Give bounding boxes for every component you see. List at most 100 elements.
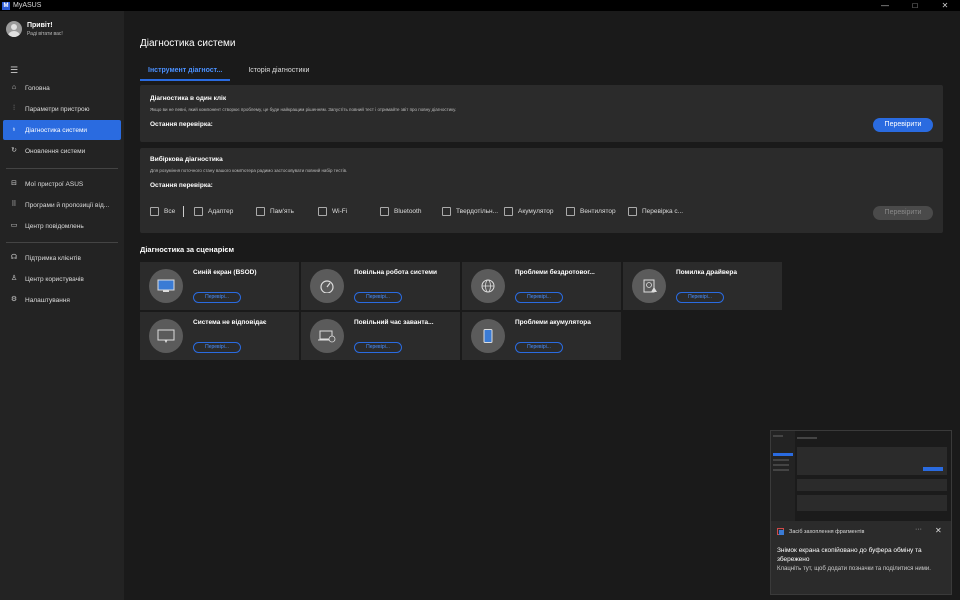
tab-diagnostic-history[interactable]: Історія діагностики — [240, 65, 317, 81]
checkbox-box[interactable] — [150, 207, 159, 216]
phone-battery-icon — [471, 319, 505, 353]
checkbox-fan[interactable]: Вентилятор — [566, 207, 616, 216]
one-click-check-button[interactable]: Перевірити — [873, 118, 933, 132]
sidebar-item-diagnostics[interactable]: ♁ Діагностика системи — [3, 120, 121, 140]
avatar — [6, 21, 22, 37]
sidebar-item-label: Центр повідомлень — [25, 222, 84, 230]
tab-bar: Інструмент діагност... Історія діагности… — [140, 65, 327, 81]
snipping-tool-icon — [777, 528, 784, 535]
checkbox-label: Твердотільн... — [456, 208, 499, 215]
sidebar-item-label: Центр користувачів — [25, 275, 84, 283]
checkbox-box[interactable] — [566, 207, 575, 216]
scenario-label: Синій екран (BSOD) — [193, 269, 257, 276]
window-controls: — □ ✕ — [870, 0, 960, 11]
checkbox-all[interactable]: Все — [150, 207, 175, 216]
scenario-check-button[interactable]: Перевірі... — [354, 342, 402, 353]
toast-header: Засіб захоплення фрагментів — [777, 528, 864, 535]
scenario-label: Повільний час заванта... — [354, 319, 434, 326]
user-profile[interactable]: Привіт! Раді вітати вас! — [6, 21, 63, 37]
checkbox-label: Bluetooth — [394, 208, 422, 215]
scenario-label: Проблеми бездротовог... — [515, 269, 595, 276]
scenario-label: Помилка драйвера — [676, 269, 737, 276]
gear-icon: ⚙ — [10, 296, 18, 303]
scenario-card-slow-system[interactable]: Повільна робота системи Перевірі... — [301, 262, 460, 310]
toast-message: Знімок екрана скопійовано до буфера обмі… — [777, 547, 922, 563]
sliders-icon: ⫶ — [13, 105, 15, 112]
checkbox-label: Акумулятор — [518, 208, 554, 215]
scenario-check-button[interactable]: Перевірі... — [193, 342, 241, 353]
checkbox-wifi[interactable]: Wi-Fi — [318, 207, 347, 216]
globe-icon — [471, 269, 505, 303]
scenario-card-battery[interactable]: Проблеми акумулятора Перевірі... — [462, 312, 621, 360]
sidebar-item-system-update[interactable]: ↻ Оновлення системи — [3, 141, 121, 161]
message-icon: ▭ — [10, 222, 18, 229]
sidebar-item-label: Діагностика системи — [25, 126, 88, 134]
checkbox-box[interactable] — [442, 207, 451, 216]
checkbox-battery[interactable]: Акумулятор — [504, 207, 554, 216]
scenario-card-driver-error[interactable]: Помилка драйвера Перевірі... — [623, 262, 782, 310]
sidebar-item-device-settings[interactable]: ⫶ Параметри пристрою — [3, 99, 121, 119]
sidebar-item-label: Оновлення системи — [25, 147, 86, 155]
greeting: Привіт! — [27, 21, 53, 29]
laptop-clock-icon — [310, 319, 344, 353]
checkbox-box[interactable] — [256, 207, 265, 216]
checkbox-label: Перевірка с... — [642, 208, 684, 215]
driver-warning-icon — [632, 269, 666, 303]
sidebar-item-settings[interactable]: ⚙ Налаштування — [3, 290, 121, 310]
sidebar-item-customer-support[interactable]: ☊ Підтримка клієнтів — [3, 248, 121, 268]
page-title: Діагностика системи — [140, 38, 236, 49]
sidebar-item-message-center[interactable]: ▭ Центр повідомлень — [3, 216, 121, 236]
snipping-tool-notification[interactable]: Засіб захоплення фрагментів ··· ✕ Знімок… — [770, 430, 952, 595]
scenario-section-title: Діагностика за сценарієм — [140, 245, 235, 254]
checkbox-adapter[interactable]: Адаптер — [194, 207, 233, 216]
maximize-button[interactable]: □ — [900, 0, 930, 11]
checkbox-box[interactable] — [380, 207, 389, 216]
scenario-card-wireless[interactable]: Проблеми бездротовог... Перевірі... — [462, 262, 621, 310]
sidebar-item-home[interactable]: ⌂ Головна — [3, 78, 121, 98]
checkbox-ssd[interactable]: Твердотільн... — [442, 207, 498, 216]
more-options-icon[interactable]: ··· — [915, 526, 922, 533]
one-click-title: Діагностика в один клік — [150, 95, 227, 102]
checkbox-memory[interactable]: Пам'ять — [256, 207, 294, 216]
scenario-check-button[interactable]: Перевірі... — [515, 342, 563, 353]
sidebar-item-label: Підтримка клієнтів — [25, 254, 81, 262]
minimize-button[interactable]: — — [870, 0, 900, 11]
user-icon: ♙ — [10, 275, 18, 282]
divider — [183, 206, 184, 217]
scenario-card-not-responding[interactable]: Система не відповідає Перевірі... — [140, 312, 299, 360]
sidebar-item-my-devices[interactable]: ⊟ Мої пристрої ASUS — [3, 174, 121, 194]
tab-diagnostic-tool[interactable]: Інструмент діагност... — [140, 65, 231, 81]
sidebar-item-label: Налаштування — [25, 296, 70, 304]
scenario-card-bsod[interactable]: Синій екран (BSOD) Перевірі... — [140, 262, 299, 310]
scenario-check-button[interactable]: Перевірі... — [354, 292, 402, 303]
menu-icon[interactable]: ☰ — [10, 65, 18, 76]
devices-icon: ⊟ — [11, 180, 17, 187]
selective-last-check: Остання перевірка: — [150, 182, 213, 189]
sidebar-item-user-center[interactable]: ♙ Центр користувачів — [3, 269, 121, 289]
checkbox-box[interactable] — [504, 207, 513, 216]
close-button[interactable]: ✕ — [930, 0, 960, 11]
scenario-card-slow-boot[interactable]: Повільний час заванта... Перевірі... — [301, 312, 460, 360]
scenario-check-button[interactable]: Перевірі... — [193, 292, 241, 303]
checkbox-box[interactable] — [194, 207, 203, 216]
scenario-check-button[interactable]: Перевірі... — [676, 292, 724, 303]
sidebar: Привіт! Раді вітати вас! ☰ ⌂ Головна ⫶ Пар… — [0, 11, 124, 600]
component-checklist: Все Адаптер Пам'ять Wi-Fi Bluetooth Твер… — [150, 206, 710, 219]
one-click-diagnostics-card: Діагностика в один клік Якщо ви не певні… — [140, 85, 943, 142]
screenshot-thumbnail[interactable] — [771, 431, 951, 521]
checkbox-box[interactable] — [318, 207, 327, 216]
sidebar-item-label: Параметри пристрою — [25, 105, 90, 113]
speedometer-icon — [310, 269, 344, 303]
scenario-check-button[interactable]: Перевірі... — [515, 292, 563, 303]
checkbox-box[interactable] — [628, 207, 637, 216]
app-title: MyASUS — [13, 2, 42, 9]
headset-icon: ☊ — [10, 254, 18, 261]
scenario-label: Проблеми акумулятора — [515, 319, 591, 326]
sidebar-item-apps-offers[interactable]: ⠿ Програми й пропозиції від... — [3, 195, 121, 215]
close-icon[interactable]: ✕ — [935, 526, 942, 535]
frozen-screen-icon — [149, 319, 183, 353]
one-click-description: Якщо ви не певні, який компонент створює… — [150, 107, 457, 112]
checkbox-bluetooth[interactable]: Bluetooth — [380, 207, 421, 216]
selective-check-button[interactable]: Перевірити — [873, 206, 933, 220]
checkbox-system-check[interactable]: Перевірка с... — [628, 207, 683, 216]
